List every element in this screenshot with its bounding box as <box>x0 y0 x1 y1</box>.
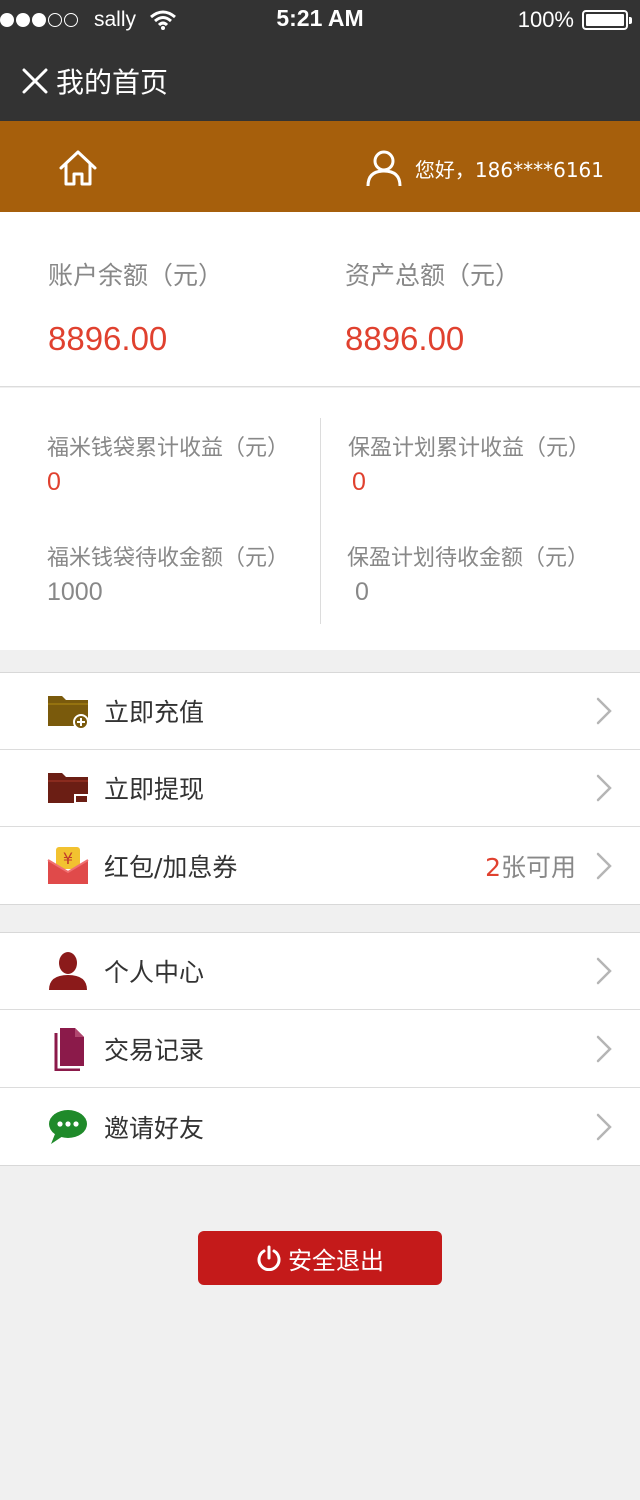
close-icon[interactable] <box>22 68 48 94</box>
user-info[interactable]: 您好，186****6161 <box>365 149 604 187</box>
baoying-total-value: 0 <box>352 468 366 496</box>
menu-group-account: 个人中心 交易记录 邀请好友 <box>0 932 640 1166</box>
chevron-right-icon <box>596 957 612 985</box>
total-assets: 资产总额（元） 8896.00 <box>345 256 520 358</box>
account-balance-label: 账户余额（元） <box>48 261 224 290</box>
menu-item-withdraw[interactable]: 立即提现 <box>0 750 640 827</box>
battery-status: 100% <box>517 0 632 40</box>
menu-label-red-envelope: 红包/加息券 <box>104 852 238 882</box>
chat-bubble-icon <box>46 1105 90 1149</box>
menu-label-recharge: 立即充值 <box>104 698 205 727</box>
menu-item-invite-friends[interactable]: 邀请好友 <box>0 1088 640 1165</box>
coupon-availability: 2张可用 <box>485 848 576 884</box>
page-title: 我的首页 <box>56 65 169 99</box>
status-bar: sally 5:21 AM 100% <box>0 0 640 40</box>
nav-bar: 我的首页 <box>0 40 640 121</box>
battery-percentage: 100% <box>517 7 574 32</box>
fumi-total-value: 0 <box>47 468 61 496</box>
coupon-count-suffix: 张可用 <box>500 852 576 882</box>
menu-label-withdraw: 立即提现 <box>104 775 205 804</box>
folder-withdraw-icon <box>46 766 90 810</box>
logout-label: 安全退出 <box>288 1246 384 1275</box>
chevron-right-icon <box>596 697 612 725</box>
chevron-right-icon <box>596 852 612 879</box>
baoying-pending-label: 保盈计划待收金额（元） <box>347 546 590 571</box>
menu-group-finance: 立即充值 立即提现 ¥ 红包/加息券 2张可用 <box>0 672 640 905</box>
menu-item-personal-center[interactable]: 个人中心 <box>0 933 640 1010</box>
menu-item-recharge[interactable]: 立即充值 <box>0 673 640 750</box>
total-assets-value: 8896.00 <box>345 320 465 357</box>
folder-add-icon <box>46 689 90 733</box>
coupon-count: 2 <box>485 852 501 882</box>
baoying-pending-amount: 保盈计划待收金额（元） 0 <box>347 540 589 607</box>
person-icon <box>46 949 90 993</box>
menu-label-personal-center: 个人中心 <box>104 958 205 987</box>
menu-label-invite-friends: 邀请好友 <box>104 1113 205 1143</box>
earnings-divider <box>320 418 321 624</box>
user-bar: 您好，186****6161 <box>0 121 640 212</box>
fumi-pending-amount: 福米钱袋待收金额（元） 1000 <box>47 540 289 607</box>
account-balance: 账户余额（元） 8896.00 <box>48 256 223 358</box>
logout-button[interactable]: 安全退出 <box>198 1231 442 1285</box>
chevron-right-icon <box>596 1035 612 1062</box>
fumi-pending-value: 1000 <box>47 578 103 606</box>
user-icon <box>366 150 402 187</box>
menu-item-red-envelope[interactable]: ¥ 红包/加息券 2张可用 <box>0 827 640 904</box>
fumi-total-earnings: 福米钱袋累计收益（元） 0 <box>47 430 289 497</box>
svg-text:¥: ¥ <box>63 849 73 868</box>
account-balance-value: 8896.00 <box>48 320 168 357</box>
document-icon <box>46 1027 90 1071</box>
menu-label-transactions: 交易记录 <box>104 1035 205 1065</box>
user-greeting: 您好，186****6161 <box>414 157 604 182</box>
chevron-right-icon <box>596 774 612 802</box>
earnings-panel: 福米钱袋累计收益（元） 0 保盈计划累计收益（元） 0 福米钱袋待收金额（元） … <box>0 388 640 650</box>
baoying-total-label: 保盈计划累计收益（元） <box>348 436 591 461</box>
power-icon <box>257 1245 281 1271</box>
home-icon[interactable] <box>58 149 98 187</box>
baoying-pending-value: 0 <box>355 578 369 606</box>
baoying-total-earnings: 保盈计划累计收益（元） 0 <box>348 430 590 497</box>
fumi-pending-label: 福米钱袋待收金额（元） <box>47 546 290 571</box>
balance-panel: 账户余额（元） 8896.00 资产总额（元） 8896.00 <box>0 212 640 387</box>
total-assets-label: 资产总额（元） <box>345 261 521 290</box>
battery-icon <box>582 10 632 30</box>
red-envelope-icon: ¥ <box>46 844 90 888</box>
chevron-right-icon <box>596 1113 612 1140</box>
fumi-total-label: 福米钱袋累计收益（元） <box>47 436 290 461</box>
menu-item-transactions[interactable]: 交易记录 <box>0 1010 640 1088</box>
